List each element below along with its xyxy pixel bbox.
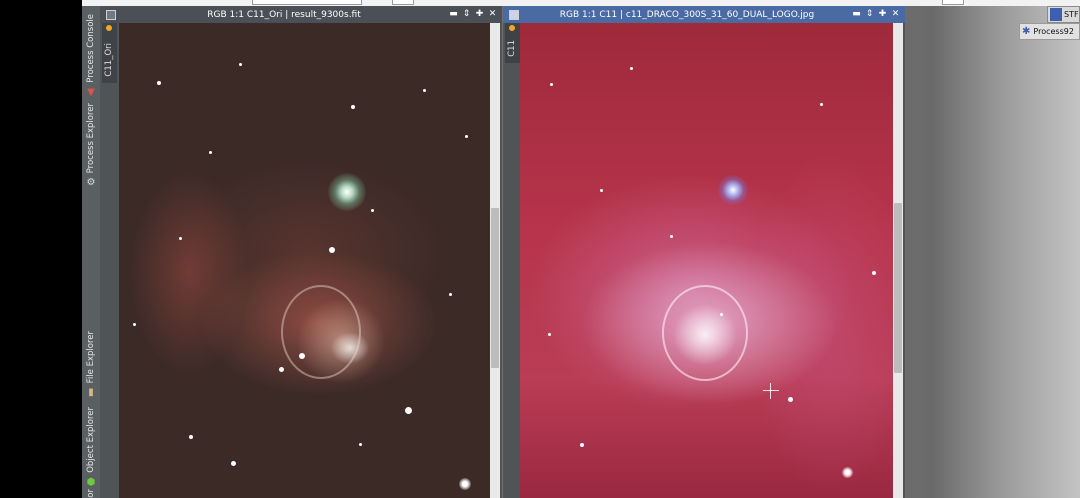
star: [405, 407, 412, 414]
star: [157, 81, 161, 85]
star: [670, 235, 673, 238]
gear-icon: ⚙: [86, 177, 96, 188]
star: [351, 105, 355, 109]
window-title: RGB 1:1 C11 | c11_DRACO_300S_31_60_DUAL_…: [559, 9, 815, 20]
view-identifier-label: C11_Ori: [104, 43, 114, 77]
bright-star-halo: [328, 173, 366, 211]
process-icon[interactable]: ✱ Process92: [1019, 23, 1080, 40]
vertical-scrollbar[interactable]: [893, 23, 903, 498]
tab-file-explorer[interactable]: ▮ File Explorer: [82, 328, 100, 398]
star: [720, 313, 723, 316]
tab-file-explorer-label: File Explorer: [86, 330, 96, 383]
tab-object-explorer-label: Object Explorer: [86, 407, 96, 473]
star: [820, 103, 823, 106]
shade-button[interactable]: ⇕: [863, 6, 876, 23]
tab-process-explorer-label: Process Explorer: [86, 102, 96, 173]
window-title: RGB 1:1 C11_Ori | result_9300s.fit: [207, 9, 361, 20]
tab-process-explorer[interactable]: ⚙ Process Explorer: [82, 100, 100, 188]
scrollbar-thumb[interactable]: [491, 208, 499, 368]
star: [630, 67, 633, 70]
star: [580, 443, 584, 447]
workspace-empty-area: [905, 6, 1080, 498]
view-identifier-tab[interactable]: C11_Ori: [102, 23, 117, 83]
view-dot-icon: [509, 25, 515, 31]
shade-button[interactable]: ⇕: [460, 6, 473, 23]
view-identifier-label: C11: [507, 40, 517, 57]
star: [359, 443, 362, 446]
maximize-button[interactable]: ✚: [473, 6, 486, 23]
image-window-c11[interactable]: RGB 1:1 C11 | c11_DRACO_300S_31_60_DUAL_…: [503, 6, 905, 498]
window-title-bar[interactable]: RGB 1:1 C11 | c11_DRACO_300S_31_60_DUAL_…: [503, 6, 905, 23]
view-dot-icon: [106, 25, 112, 31]
star: [548, 333, 551, 336]
puzzle-icon: ✱: [1022, 26, 1031, 37]
star: [371, 209, 374, 212]
console-icon: ▼: [87, 87, 95, 98]
star: [465, 135, 468, 138]
stf-process-icon[interactable]: STF: [1047, 6, 1080, 23]
image-canvas-processed[interactable]: [520, 23, 893, 498]
minimize-button[interactable]: ▬: [850, 6, 863, 23]
scrollbar-thumb[interactable]: [894, 203, 902, 373]
star: [872, 271, 876, 275]
star: [600, 189, 603, 192]
star: [209, 151, 212, 154]
stf-icon-label: STF: [1064, 10, 1079, 19]
close-button[interactable]: ✕: [486, 6, 499, 23]
close-button[interactable]: ✕: [889, 6, 902, 23]
star: [279, 367, 284, 372]
bright-blue-star: [718, 175, 748, 205]
bubble-nebula-shell: [662, 285, 748, 381]
stf-icon: [1050, 8, 1062, 21]
star: [189, 435, 193, 439]
star: [231, 461, 236, 466]
tab-process-console-label: Process Console: [86, 14, 96, 83]
star: [788, 397, 793, 402]
star: [133, 323, 136, 326]
star: [459, 478, 471, 490]
star: [299, 353, 305, 359]
star: [449, 293, 452, 296]
star: [842, 467, 853, 478]
tab-object-explorer[interactable]: ⬢ Object Explorer: [82, 402, 100, 488]
minimize-button[interactable]: ▬: [447, 6, 460, 23]
star: [423, 89, 426, 92]
view-identifier-tab[interactable]: C11: [505, 23, 520, 63]
side-panel-tabs: ▼ Process Console ⚙ Process Explorer ▮ F…: [82, 6, 100, 498]
star: [329, 247, 335, 253]
tab-partial-label: or: [86, 489, 96, 498]
window-menu-icon[interactable]: [509, 9, 519, 20]
tab-partial[interactable]: or: [82, 486, 100, 498]
tab-process-console[interactable]: ▼ Process Console: [82, 8, 100, 98]
maximize-button[interactable]: ✚: [876, 6, 889, 23]
star: [550, 83, 553, 86]
star: [239, 63, 242, 66]
bubble-nebula-shell: [281, 285, 361, 379]
process-icon-label: Process92: [1033, 27, 1074, 36]
cylinder-icon: ▮: [88, 387, 94, 398]
screen-black-border: [0, 0, 82, 498]
window-menu-icon[interactable]: [106, 9, 116, 20]
star: [179, 237, 182, 240]
vertical-scrollbar[interactable]: [490, 23, 500, 498]
cursor-crosshair: [763, 383, 779, 399]
image-window-c11-ori[interactable]: RGB 1:1 C11_Ori | result_9300s.fit ▬ ⇕ ✚…: [100, 6, 502, 498]
window-title-bar[interactable]: RGB 1:1 C11_Ori | result_9300s.fit ▬ ⇕ ✚…: [100, 6, 502, 23]
image-canvas-original[interactable]: [119, 23, 490, 498]
